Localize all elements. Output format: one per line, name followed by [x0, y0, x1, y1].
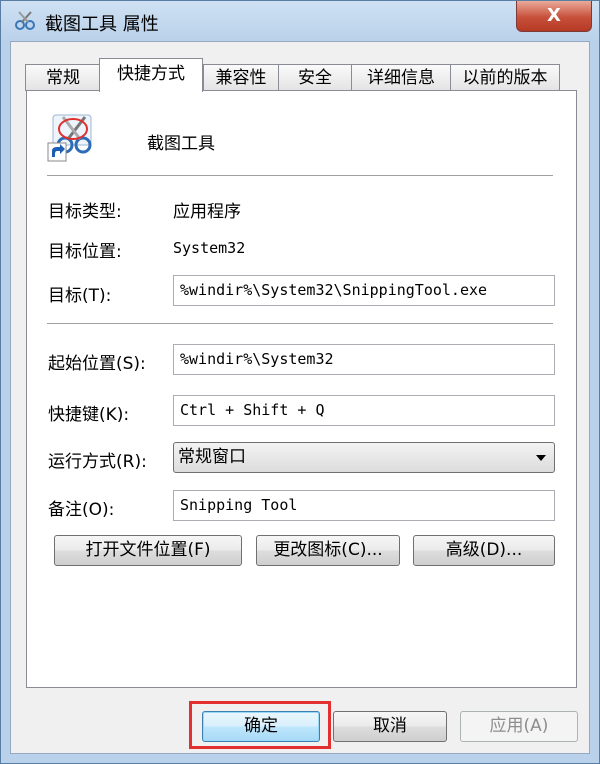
chevron-down-icon — [536, 455, 546, 461]
ok-button-highlight — [189, 701, 331, 749]
separator — [47, 175, 553, 177]
tab-general[interactable]: 常规 — [25, 64, 101, 91]
tab-previous-versions[interactable]: 以前的版本 — [450, 64, 560, 91]
run-label: 运行方式(R): — [48, 452, 147, 472]
tab-compatibility[interactable]: 兼容性 — [203, 64, 279, 91]
close-button[interactable]: X — [516, 1, 592, 32]
hotkey-field[interactable]: Ctrl + Shift + Q — [173, 395, 555, 426]
snipping-tool-icon — [15, 11, 35, 30]
target-location-label: 目标位置: — [48, 242, 122, 262]
properties-window: 截图工具 属性 X 常规 快捷方式 兼容性 安全 详细信息 以前的版本 截图工具 — [0, 0, 600, 764]
tab-security[interactable]: 安全 — [278, 64, 352, 91]
title-bar[interactable]: 截图工具 属性 X — [1, 1, 599, 41]
shortcut-panel: 截图工具 目标类型: 应用程序 目标位置: System32 目标(T): %w… — [26, 90, 577, 688]
run-dropdown[interactable]: 常规窗口 — [173, 442, 555, 473]
start-in-field[interactable]: %windir%\System32 — [173, 344, 555, 375]
target-type-label: 目标类型: — [48, 202, 122, 222]
open-file-location-button[interactable]: 打开文件位置(F) — [54, 535, 242, 566]
advanced-button[interactable]: 高级(D)... — [413, 535, 555, 566]
shortcut-name: 截图工具 — [147, 134, 215, 154]
apply-button[interactable]: 应用(A) — [460, 711, 578, 742]
target-location-value: System32 — [173, 239, 246, 257]
tab-label: 常规 — [46, 68, 80, 88]
target-label: 目标(T): — [48, 286, 112, 306]
target-field[interactable]: %windir%\System32\SnippingTool.exe — [173, 275, 555, 306]
target-type-value: 应用程序 — [173, 202, 241, 222]
comment-label: 备注(O): — [48, 500, 115, 520]
tab-shortcut[interactable]: 快捷方式 — [99, 58, 203, 92]
cancel-button[interactable]: 取消 — [333, 711, 447, 742]
separator — [47, 323, 553, 325]
tab-label: 以前的版本 — [462, 68, 548, 88]
tab-label: 兼容性 — [215, 68, 267, 88]
dialog-client-area: 常规 快捷方式 兼容性 安全 详细信息 以前的版本 截图工具 目标类型: 应用程… — [10, 41, 590, 754]
tab-details[interactable]: 详细信息 — [351, 64, 451, 91]
tab-label: 快捷方式 — [117, 64, 185, 84]
tab-label: 详细信息 — [367, 68, 435, 88]
change-icon-button[interactable]: 更改图标(C)... — [256, 535, 400, 566]
run-dropdown-value: 常规窗口 — [178, 447, 246, 467]
hotkey-label: 快捷键(K): — [48, 405, 130, 425]
snipping-tool-icon — [47, 114, 92, 162]
close-icon: X — [547, 5, 561, 26]
tab-label: 安全 — [298, 68, 332, 88]
comment-field[interactable]: Snipping Tool — [173, 490, 555, 521]
window-title: 截图工具 属性 — [45, 14, 159, 35]
start-in-label: 起始位置(S): — [48, 354, 146, 374]
